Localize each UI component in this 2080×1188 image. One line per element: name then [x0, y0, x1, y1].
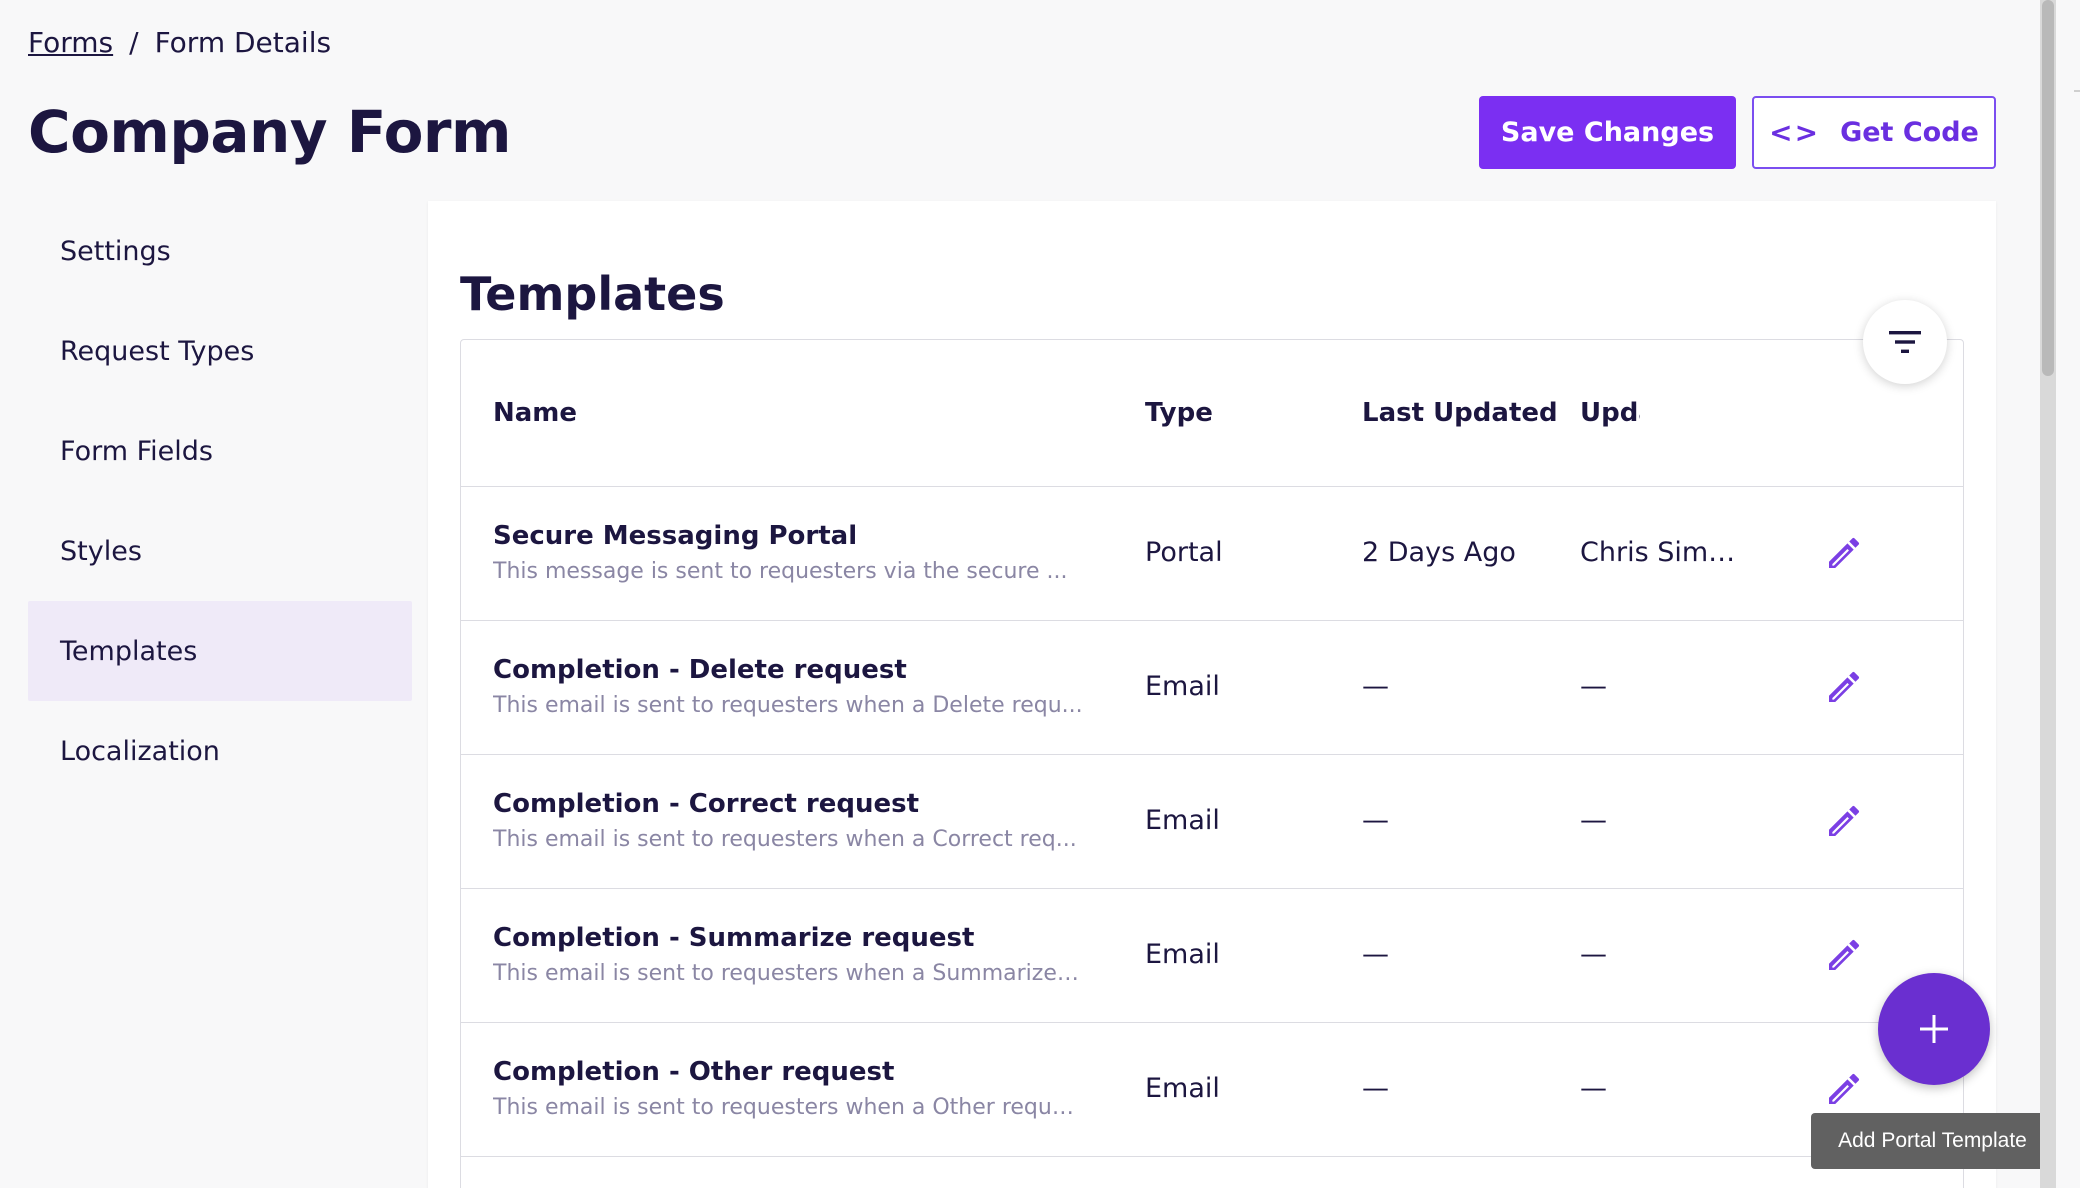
add-portal-template-tooltip: Add Portal Template	[1811, 1113, 2054, 1169]
template-description: This email is sent to requesters when a …	[493, 961, 1083, 986]
breadcrumb-separator: /	[129, 26, 139, 59]
template-name-cell: Completion - Other request This email is…	[493, 1057, 1093, 1120]
template-updated-by: —	[1580, 805, 1607, 836]
get-code-label: Get Code	[1840, 117, 1979, 148]
sidebar-item-form-fields[interactable]: Form Fields	[28, 401, 412, 501]
table-row[interactable]: Completion - Correct request This email …	[461, 755, 1963, 889]
template-type: Email	[1145, 1073, 1220, 1104]
template-name: Completion - Summarize request	[493, 923, 975, 953]
template-last-updated: —	[1362, 1073, 1389, 1104]
pencil-icon[interactable]	[1824, 667, 1864, 707]
templates-title: Templates	[460, 267, 725, 321]
template-description: This email is sent to requesters when a …	[493, 827, 1077, 852]
template-updated-by: Chris Simp...	[1580, 537, 1750, 568]
column-header-type[interactable]: Type	[1145, 398, 1213, 428]
template-name-cell: Completion - Summarize request This emai…	[493, 923, 1093, 986]
breadcrumb-forms-link[interactable]: Forms	[28, 26, 113, 59]
page-title: Company Form	[28, 98, 511, 166]
code-icon: <>	[1769, 116, 1821, 149]
sidebar-item-localization[interactable]: Localization	[28, 701, 412, 801]
template-type: Email	[1145, 671, 1220, 702]
table-row[interactable]: Completion - Delete request This email i…	[461, 621, 1963, 755]
pencil-icon[interactable]	[1824, 533, 1864, 573]
template-type: Email	[1145, 805, 1220, 836]
add-portal-template-button[interactable]	[1878, 973, 1990, 1085]
table-row[interactable]: Secure Messaging Portal This message is …	[461, 487, 1963, 621]
pencil-icon[interactable]	[1824, 935, 1864, 975]
filter-icon	[1889, 331, 1921, 353]
template-name: Secure Messaging Portal	[493, 521, 858, 551]
templates-panel: Templates Name Type Last Updated Updated…	[428, 201, 1996, 1188]
template-last-updated: —	[1362, 671, 1389, 702]
template-name: Completion - Other request	[493, 1057, 895, 1087]
sidebar: Settings Request Types Form Fields Style…	[28, 201, 412, 801]
table-header: Name Type Last Updated Updated By	[461, 340, 1963, 487]
save-changes-label: Save Changes	[1500, 117, 1715, 148]
template-last-updated: —	[1362, 805, 1389, 836]
template-name-cell: Completion - Delete request This email i…	[493, 655, 1093, 718]
template-updated-by: —	[1580, 671, 1607, 702]
save-changes-button[interactable]: Save Changes	[1479, 96, 1736, 169]
template-name: Completion - Delete request	[493, 655, 907, 685]
table-row[interactable]: Completion - Other request This email is…	[461, 1023, 1963, 1157]
template-description: This message is sent to requesters via t…	[493, 559, 1068, 584]
template-updated-by: —	[1580, 939, 1607, 970]
template-updated-by: —	[1580, 1073, 1607, 1104]
template-name-cell: Completion - Correct request This email …	[493, 789, 1093, 852]
template-last-updated: 2 Days Ago	[1362, 537, 1516, 568]
column-header-last-updated[interactable]: Last Updated	[1362, 398, 1558, 428]
breadcrumb: Forms / Form Details	[28, 26, 331, 59]
template-name-cell: Secure Messaging Portal This message is …	[493, 521, 1093, 584]
scrollbar-thumb[interactable]	[2042, 0, 2054, 376]
template-name: Completion - Correct request	[493, 789, 920, 819]
column-header-name[interactable]: Name	[493, 398, 577, 428]
sidebar-item-templates[interactable]: Templates	[28, 601, 412, 701]
template-type: Email	[1145, 939, 1220, 970]
get-code-button[interactable]: <> Get Code	[1752, 96, 1996, 169]
template-type: Portal	[1145, 537, 1223, 568]
template-last-updated: —	[1362, 939, 1389, 970]
sidebar-item-settings[interactable]: Settings	[28, 201, 412, 301]
template-description: This email is sent to requesters when a …	[493, 1095, 1083, 1120]
breadcrumb-current: Form Details	[154, 26, 332, 59]
sidebar-item-styles[interactable]: Styles	[28, 501, 412, 601]
template-description: This email is sent to requesters when a …	[493, 693, 1083, 718]
pencil-icon[interactable]	[1824, 801, 1864, 841]
column-header-updated-by[interactable]: Updated By	[1580, 398, 1640, 428]
plus-icon	[1920, 1015, 1948, 1043]
edge-mark	[2074, 90, 2080, 92]
templates-table: Name Type Last Updated Updated By Secure…	[460, 339, 1964, 1188]
table-row[interactable]: Completion - Summarize request This emai…	[461, 889, 1963, 1023]
sidebar-item-request-types[interactable]: Request Types	[28, 301, 412, 401]
pencil-icon[interactable]	[1824, 1069, 1864, 1109]
filter-button[interactable]	[1863, 300, 1947, 384]
